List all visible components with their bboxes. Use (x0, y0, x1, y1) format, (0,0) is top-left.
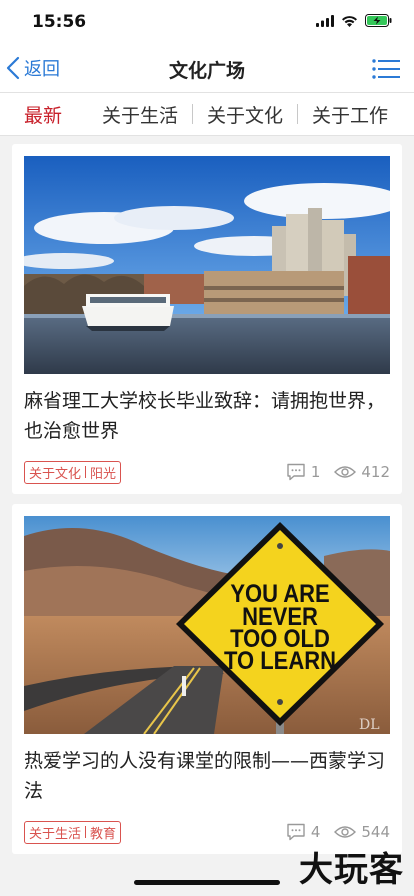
watermark-logo: 大玩客 (299, 850, 404, 890)
comment-icon (287, 823, 305, 841)
image-corner-mark: DL (359, 717, 380, 733)
article-meta: 关于文化 阳光 1 412 (24, 460, 390, 484)
tag-divider (85, 826, 87, 838)
article-card[interactable]: YOU ARE NEVER TOO OLD TO LEARN DL 热爱学习的人… (12, 504, 402, 854)
back-button[interactable]: 返回 (6, 52, 60, 84)
article-image-learning-sign[interactable]: YOU ARE NEVER TOO OLD TO LEARN DL (24, 516, 390, 734)
tab-about-culture[interactable]: 关于文化 (193, 101, 297, 128)
status-bar: 15:56 (0, 0, 414, 44)
status-icons (316, 14, 392, 27)
article-title[interactable]: 热爱学习的人没有课堂的限制——西蒙学习法 (24, 746, 390, 808)
tag-topic: 教育 (90, 826, 117, 842)
article-stats: 1 412 (286, 463, 390, 481)
article-card[interactable]: 麻省理工大学校长毕业致辞：请拥抱世界，也治愈世界 关于文化 阳光 1 412 (12, 144, 402, 494)
nav-bar: 返回 文化广场 (0, 44, 414, 92)
tag-category: 关于文化 (29, 466, 82, 482)
page-title: 文化广场 (168, 60, 245, 82)
article-image-mit-river[interactable] (24, 156, 390, 374)
sign-line-4: TO LEARN (224, 648, 336, 676)
tab-about-work[interactable]: 关于工作 (298, 101, 402, 128)
comment-stat[interactable]: 4 (286, 823, 321, 841)
view-count: 544 (361, 823, 390, 841)
menu-button[interactable] (372, 58, 400, 84)
status-time: 15:56 (32, 12, 87, 32)
tab-latest[interactable]: 最新 (0, 101, 88, 128)
tab-about-life[interactable]: 关于生活 (88, 101, 192, 128)
comment-icon (287, 463, 305, 481)
view-count: 412 (361, 463, 390, 481)
article-stats: 4 544 (286, 823, 390, 841)
view-stat: 412 (334, 463, 390, 481)
tag-topic: 阳光 (90, 466, 117, 482)
eye-icon (334, 466, 357, 478)
category-tabs: 最新 关于生活 关于文化 关于工作 (0, 92, 414, 136)
battery-charging-icon (365, 14, 392, 27)
article-tag[interactable]: 关于生活 教育 (24, 820, 122, 844)
list-menu-icon (372, 59, 400, 79)
back-label: 返回 (24, 59, 60, 80)
home-indicator[interactable] (134, 880, 280, 885)
article-feed: 麻省理工大学校长毕业致辞：请拥抱世界，也治愈世界 关于文化 阳光 1 412 Y… (0, 136, 414, 854)
article-tag[interactable]: 关于文化 阳光 (24, 460, 122, 484)
chevron-left-icon (6, 56, 20, 80)
comment-stat[interactable]: 1 (286, 463, 321, 481)
wifi-icon (342, 15, 357, 27)
article-title[interactable]: 麻省理工大学校长毕业致辞：请拥抱世界，也治愈世界 (24, 386, 390, 448)
comment-count: 1 (310, 463, 321, 481)
comment-count: 4 (310, 823, 321, 841)
article-meta: 关于生活 教育 4 544 (24, 820, 390, 844)
view-stat: 544 (334, 823, 390, 841)
tag-divider (85, 466, 87, 478)
eye-icon (334, 826, 357, 838)
signal-icon (316, 14, 334, 27)
tag-category: 关于生活 (29, 826, 82, 842)
